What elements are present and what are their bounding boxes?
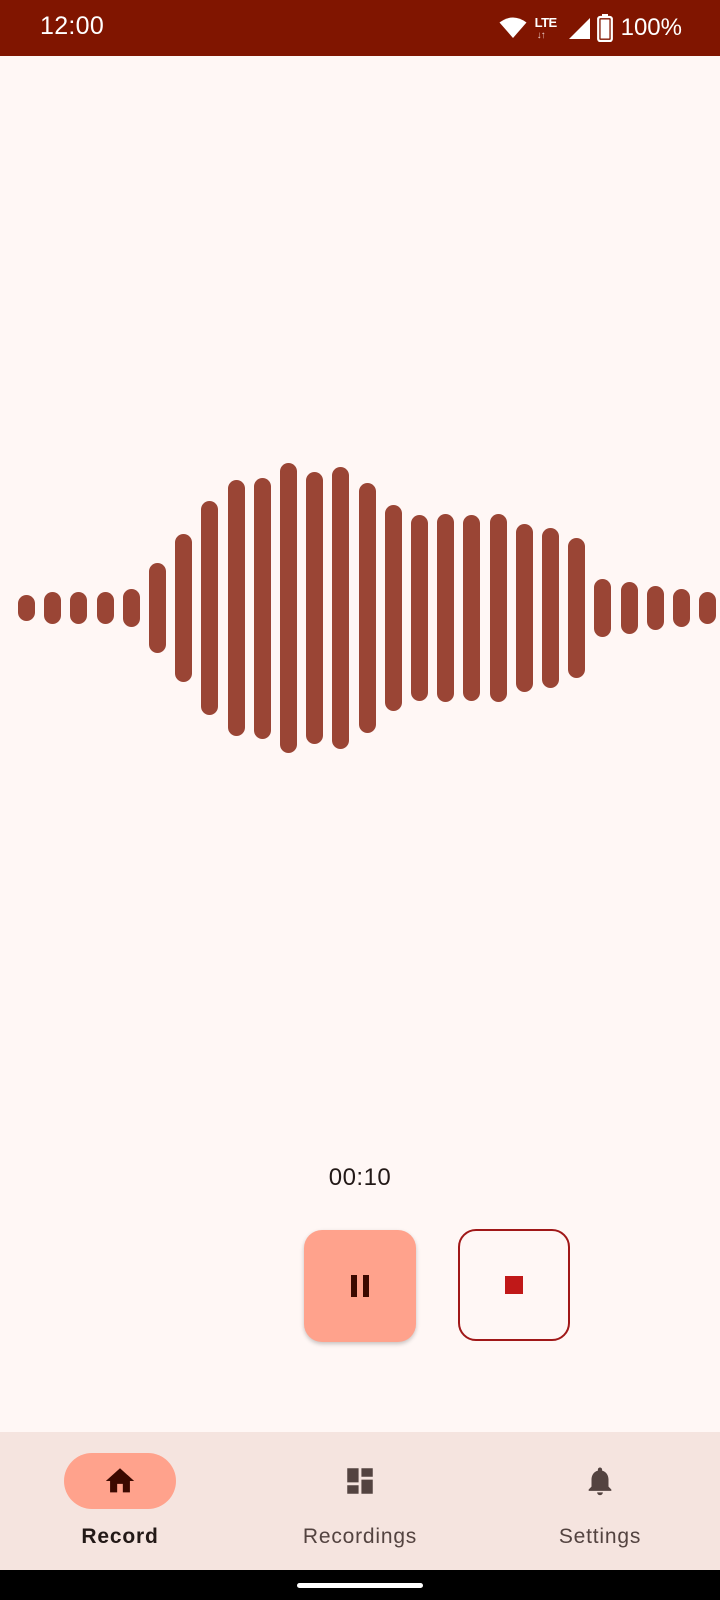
waveform-bar — [122, 589, 140, 627]
home-icon — [103, 1464, 137, 1498]
battery-icon — [596, 14, 613, 42]
waveform-bar — [253, 477, 271, 739]
data-arrows-icon: ↓↑ — [536, 30, 546, 41]
waveform-bar — [18, 594, 35, 622]
waveform-bar — [306, 471, 324, 745]
stop-icon — [505, 1276, 523, 1294]
waveform-bar — [201, 500, 219, 716]
waveform-bar — [175, 534, 193, 682]
waveform-bar — [646, 586, 664, 630]
pause-button[interactable] — [304, 1230, 416, 1342]
waveform-bar — [594, 579, 612, 637]
waveform-bar — [358, 483, 376, 733]
nav-item-settings[interactable]: Settings — [480, 1432, 720, 1570]
record-screen: 00:10 — [0, 56, 720, 1432]
waveform-bar — [515, 523, 533, 693]
signal-icon — [567, 16, 591, 40]
stop-button[interactable] — [458, 1229, 570, 1341]
waveform-bar — [44, 592, 62, 624]
waveform-bar — [489, 513, 507, 703]
status-time: 12:00 — [40, 12, 105, 40]
elapsed-time: 00:10 — [328, 1164, 392, 1191]
status-bar: 12:00 LTE ↓↑ 100% — [0, 0, 720, 56]
waveform-bar — [542, 528, 559, 688]
nav-label-recordings: Recordings — [302, 1525, 418, 1548]
lte-label: LTE — [534, 15, 558, 30]
waveform-bar — [411, 515, 428, 701]
waveform-bar — [620, 581, 638, 635]
waveform-bar — [463, 515, 481, 701]
battery-percent: 100% — [620, 14, 682, 41]
waveform-bar — [568, 538, 586, 678]
bell-icon — [583, 1464, 617, 1498]
audio-waveform — [0, 56, 720, 1432]
waveform-bar — [227, 480, 245, 736]
waveform-bar — [384, 505, 402, 711]
waveform-bar — [280, 463, 297, 753]
nav-label-settings: Settings — [558, 1525, 642, 1548]
waveform-bar — [332, 467, 350, 749]
dashboard-icon — [343, 1464, 377, 1498]
waveform-bar — [437, 513, 455, 703]
gesture-navigation-bar — [0, 1570, 720, 1600]
waveform-bar — [673, 589, 690, 627]
status-icons: LTE ↓↑ 100% — [499, 12, 682, 44]
waveform-bar — [96, 592, 114, 624]
nav-item-record[interactable]: Record — [0, 1432, 240, 1570]
nav-item-recordings[interactable]: Recordings — [240, 1432, 480, 1570]
bottom-navigation: Record Recordings Settings — [0, 1432, 720, 1570]
pause-icon — [350, 1275, 370, 1297]
waveform-bar — [149, 563, 166, 653]
lte-indicator: LTE ↓↑ — [535, 14, 561, 42]
waveform-bar — [70, 592, 88, 624]
nav-label-record: Record — [81, 1525, 159, 1548]
waveform-bar — [699, 592, 717, 624]
wifi-icon — [499, 17, 527, 39]
home-gesture-handle[interactable] — [297, 1583, 423, 1588]
